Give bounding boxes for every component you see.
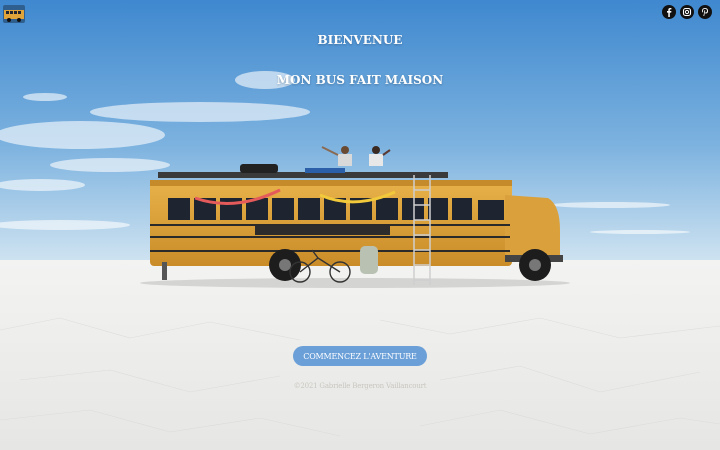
copyright-text: ©2021 Gabrielle Bergeron Vaillancourt — [293, 382, 427, 390]
welcome-title: BIENVENUE — [317, 33, 403, 47]
facebook-icon[interactable] — [662, 5, 676, 19]
pinterest-icon[interactable] — [698, 5, 712, 19]
bus-logo-icon[interactable] — [2, 2, 26, 26]
instagram-icon[interactable] — [680, 5, 694, 19]
social-links — [662, 5, 712, 19]
site-title: MON BUS FAIT MAISON — [276, 73, 444, 87]
start-adventure-button[interactable]: COMMENCEZ L'AVENTURE — [293, 346, 427, 366]
